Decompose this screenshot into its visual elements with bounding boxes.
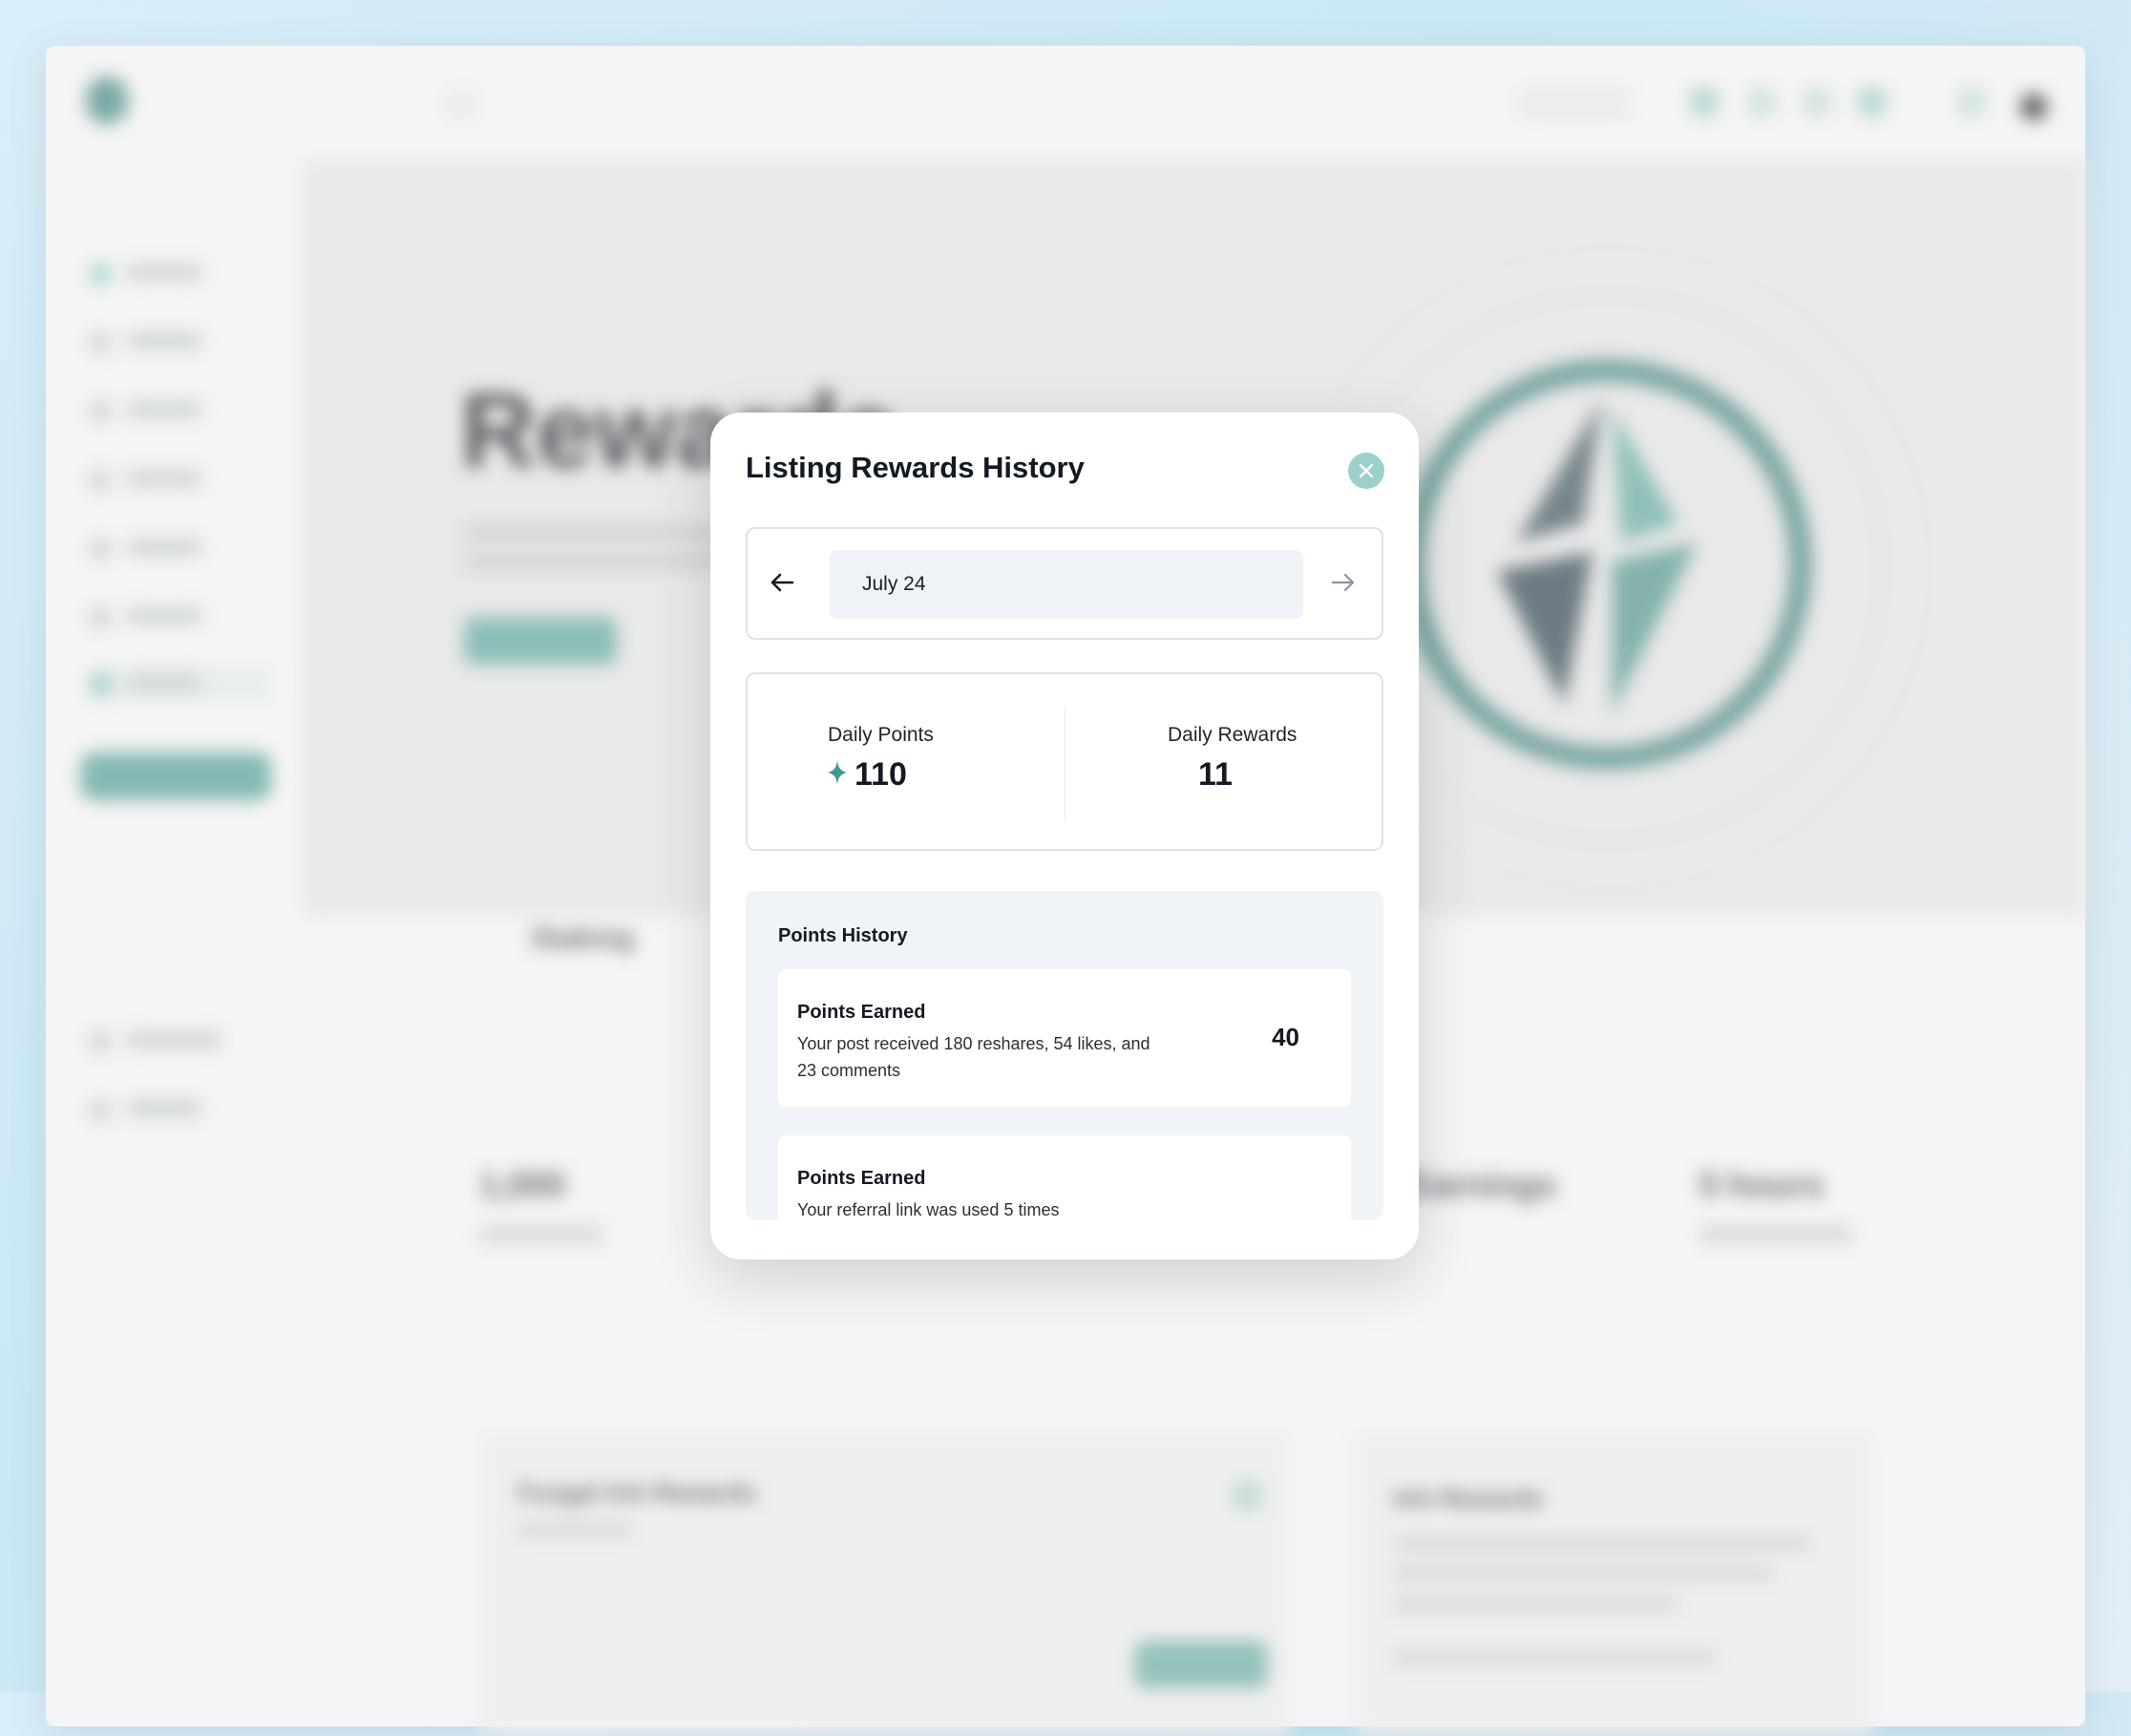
date-navigator: July 24	[746, 527, 1383, 640]
history-item: Points Earned Your referral link was use…	[778, 1135, 1351, 1219]
points-history[interactable]: Points History Points Earned Your post r…	[746, 891, 1383, 1219]
daily-rewards-label: Daily Rewards	[1168, 724, 1298, 746]
daily-stats: Daily Points 110 Daily Rewards 11	[746, 672, 1383, 851]
daily-rewards-value: 11	[1198, 756, 1233, 793]
arrow-right-icon	[1331, 573, 1355, 592]
divider	[1065, 707, 1066, 821]
modal-title: Listing Rewards History	[746, 451, 1085, 484]
close-icon	[1359, 463, 1374, 478]
date-display: July 24	[830, 550, 1303, 619]
history-item-title: Points Earned	[797, 1168, 926, 1189]
history-item-title: Points Earned	[797, 1002, 926, 1023]
history-item-description: Your post received 180 reshares, 54 like…	[797, 1034, 1150, 1080]
close-button[interactable]	[1348, 453, 1384, 489]
history-item-description: Your referral link was used 5 times	[797, 1200, 1060, 1219]
arrow-left-icon	[770, 573, 794, 592]
history-item-points: 40	[1272, 1023, 1299, 1051]
previous-date-button[interactable]	[763, 563, 801, 602]
history-item: Points Earned Your post received 180 res…	[778, 969, 1351, 1107]
rewards-history-modal: Listing Rewards History July 24 Daily Po…	[710, 413, 1419, 1260]
points-history-title: Points History	[778, 925, 908, 946]
sparkle-icon	[828, 760, 847, 785]
daily-points-value: 110	[855, 756, 907, 793]
next-date-button[interactable]	[1324, 563, 1362, 602]
daily-points-label: Daily Points	[828, 724, 934, 746]
